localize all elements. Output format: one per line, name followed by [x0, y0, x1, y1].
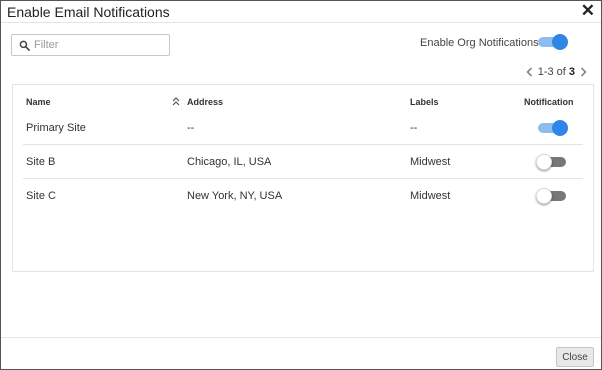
search-icon: [19, 40, 30, 51]
table-row: Primary Site -- --: [23, 111, 583, 145]
site-address: New York, NY, USA: [187, 190, 283, 202]
pagination-total: 3: [568, 66, 575, 78]
notification-toggle[interactable]: [536, 120, 568, 136]
dialog-footer: Close: [1, 337, 601, 370]
filter-field[interactable]: [11, 34, 170, 56]
pagination: 1-3 of 3: [525, 66, 588, 78]
table-row: Site B Chicago, IL, USA Midwest: [23, 145, 583, 179]
email-notifications-dialog: Enable Email Notifications ✕ Enable Org …: [0, 0, 602, 370]
notification-toggle[interactable]: [536, 154, 568, 170]
org-notifications-toggle[interactable]: [536, 34, 568, 50]
dialog-title: Enable Email Notifications: [7, 4, 170, 20]
sort-ascending-icon[interactable]: [172, 97, 180, 106]
site-address: --: [187, 122, 195, 134]
org-notifications-label: Enable Org Notifications: [420, 37, 539, 49]
column-header-address[interactable]: Address: [187, 97, 223, 107]
notification-toggle[interactable]: [536, 188, 568, 204]
close-button[interactable]: Close: [556, 347, 594, 367]
pagination-range-text: 1-3 of: [537, 66, 569, 78]
site-name: Site C: [26, 190, 56, 202]
site-labels: Midwest: [410, 156, 451, 168]
chevron-left-icon[interactable]: [525, 66, 535, 78]
pagination-range: 1-3 of 3: [538, 66, 575, 78]
site-labels: Midwest: [410, 190, 451, 202]
toggle-knob: [552, 34, 568, 50]
column-header-name[interactable]: Name: [26, 97, 51, 107]
site-labels: --: [410, 122, 418, 134]
table-row: Site C New York, NY, USA Midwest: [23, 179, 583, 213]
toggle-knob: [536, 154, 552, 170]
site-address: Chicago, IL, USA: [187, 156, 272, 168]
toggle-knob: [536, 188, 552, 204]
column-header-labels[interactable]: Labels: [410, 97, 439, 107]
sites-table: Name Address Labels Notification Primary…: [12, 84, 594, 272]
column-header-notification[interactable]: Notification: [524, 97, 574, 107]
site-name: Primary Site: [26, 122, 86, 134]
site-name: Site B: [26, 156, 56, 168]
chevron-right-icon[interactable]: [578, 66, 588, 78]
toggle-knob: [552, 120, 568, 136]
close-icon[interactable]: ✕: [581, 2, 595, 20]
filter-input[interactable]: [34, 37, 166, 53]
dialog-header: Enable Email Notifications ✕: [1, 1, 601, 23]
